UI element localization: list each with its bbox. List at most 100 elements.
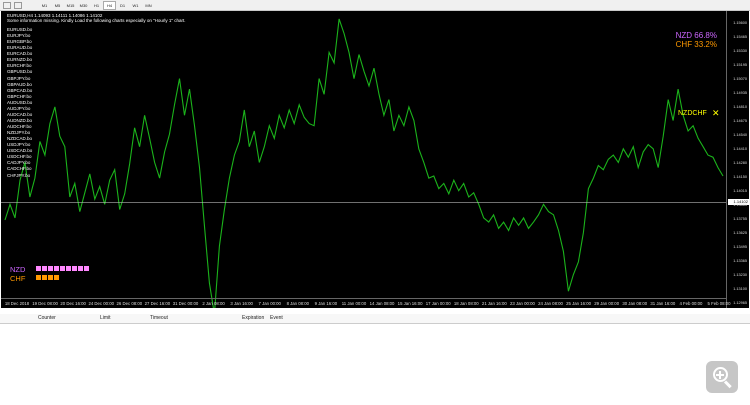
- price-tick-label: 1.13495: [733, 245, 747, 249]
- price-tick-label: 1.12965: [733, 301, 747, 305]
- nzd-strength-percent: NZD 66.8%: [675, 31, 717, 40]
- missing-info-notice: Some information missing. Kindly Load th…: [7, 18, 186, 23]
- time-tick-label: 18 Jan 08:00: [453, 301, 479, 306]
- price-chart[interactable]: EURUSD,H4 1.14093 1.14111 1.14086 1.1410…: [1, 11, 749, 308]
- strength-block: [48, 266, 53, 271]
- timeframe-d1[interactable]: D1: [116, 1, 129, 10]
- column-event[interactable]: Event: [270, 315, 283, 321]
- price-tick-label: 1.13365: [733, 259, 747, 263]
- timeframe-m1[interactable]: M1: [38, 1, 51, 10]
- price-tick-label: 1.14410: [733, 147, 747, 151]
- symbol-item: CHFJPY.bo: [7, 172, 31, 178]
- time-tick-label: 8 Jan 08:00: [286, 301, 310, 306]
- time-tick-label: 7 Jan 00:00: [258, 301, 281, 306]
- time-tick-label: 5 Feb 08:00: [707, 301, 731, 306]
- zoom-icon[interactable]: [706, 361, 738, 393]
- price-axis[interactable]: 1.14102 1.15600 1.15465 1.15330 1.15195 1.15…: [726, 11, 749, 308]
- timeframe-h1[interactable]: H1: [90, 1, 103, 10]
- symbol-item: GBPCAD.bo: [7, 87, 33, 93]
- strength-block: [48, 275, 53, 280]
- terminal-panel: Counter Limit Timeout Expiration Event: [0, 312, 750, 405]
- strength-block: [84, 266, 89, 271]
- toolbar: M1 M5 M15 M30 H1 H4 D1 W1 MN: [0, 0, 750, 11]
- price-tick-label: 1.14280: [733, 161, 747, 165]
- strength-block: [42, 275, 47, 280]
- symbol-item: AUDJPY.bo: [7, 105, 31, 111]
- price-tick-label: 1.14935: [733, 91, 747, 95]
- timeframe-m5[interactable]: M5: [51, 1, 64, 10]
- symbol-item: GBPCHF.bo: [7, 93, 32, 99]
- strength-block: [54, 266, 59, 271]
- chf-strength-meter: [36, 275, 59, 280]
- price-tick-label: 1.15330: [733, 49, 747, 53]
- strength-block: [72, 266, 77, 271]
- timeframe-mn[interactable]: MN: [142, 1, 155, 10]
- time-tick-label: 18 Dec 2018: [4, 301, 30, 306]
- time-tick-label: 15 Jan 16:00: [397, 301, 423, 306]
- price-tick-label: 1.13230: [733, 273, 747, 277]
- price-tick-label: 1.15600: [733, 21, 747, 25]
- terminal-header: Counter Limit Timeout Expiration Event: [0, 314, 750, 324]
- strength-block: [36, 275, 41, 280]
- timeframe-m15[interactable]: M15: [64, 1, 77, 10]
- time-tick-label: 21 Jan 16:00: [481, 301, 507, 306]
- pair-label: NZDCHF: [678, 110, 707, 117]
- time-tick-label: 24 Jan 08:00: [538, 301, 563, 306]
- price-tick-label: 1.15070: [733, 77, 747, 81]
- nzd-meter-label: NZD: [10, 265, 26, 274]
- strength-block: [36, 266, 41, 271]
- strength-block: [66, 266, 71, 271]
- time-tick-label: 27 Dec 16:00: [144, 301, 171, 306]
- column-limit[interactable]: Limit: [100, 315, 111, 321]
- strength-block: [78, 266, 83, 271]
- price-tick-label: 1.13755: [733, 217, 747, 221]
- column-timeout[interactable]: Timeout: [150, 315, 168, 321]
- timeframe-h4[interactable]: H4: [103, 1, 116, 10]
- time-tick-label: 26 Dec 08:00: [116, 301, 143, 306]
- strength-block: [60, 266, 65, 271]
- time-tick-label: 29 Jan 00:00: [594, 301, 620, 306]
- time-tick-label: 31 Dec 00:00: [172, 301, 199, 306]
- strength-block: [42, 266, 47, 271]
- time-tick-label: 19 Dec 08:00: [32, 301, 58, 306]
- time-tick-label: 25 Jan 16:00: [566, 301, 592, 306]
- price-tick-label: 1.14150: [733, 175, 747, 179]
- time-tick-label: 30 Jan 08:00: [622, 301, 648, 306]
- time-tick-label: 24 Dec 00:00: [88, 301, 115, 306]
- price-tick-label: 1.15195: [733, 63, 747, 67]
- timeframe-m30[interactable]: M30: [77, 1, 90, 10]
- symbol-item: GBPUSD.bo: [7, 69, 33, 75]
- price-tick-label: 1.14015: [733, 189, 747, 193]
- price-tick-label: 1.13100: [733, 287, 747, 291]
- chf-strength-percent: CHF 33.2%: [675, 40, 717, 49]
- price-tick-label: 1.14540: [733, 133, 747, 137]
- time-tick-label: 11 Jan 00:00: [341, 301, 367, 306]
- price-tick-label: 1.13625: [733, 231, 747, 235]
- price-tick-label: 1.14810: [733, 105, 747, 109]
- time-tick-label: 2 Jan 08:00: [202, 301, 225, 306]
- price-tick-label: 1.13885: [733, 203, 747, 207]
- time-tick-label: 4 Feb 00:00: [679, 301, 703, 306]
- symbol-item: AUDUSD.bo: [7, 99, 33, 105]
- column-counter[interactable]: Counter: [38, 315, 56, 321]
- time-tick-label: 9 Jan 16:00: [314, 301, 338, 306]
- time-tick-label: 20 Dec 16:00: [60, 301, 86, 306]
- price-plot: [4, 18, 724, 308]
- nzd-strength-meter: [36, 266, 89, 271]
- line-tool-icon[interactable]: [3, 2, 11, 9]
- time-tick-label: 17 Jan 00:00: [425, 301, 451, 306]
- time-tick-label: 14 Jan 08:00: [369, 301, 395, 306]
- price-tick-label: 1.15465: [733, 35, 747, 39]
- symbol-list: EURUSD.bo EURJPY.bo EURGBP.bo EURAUD.bo …: [7, 27, 32, 179]
- close-icon[interactable]: ✕: [712, 108, 720, 119]
- strength-block: [54, 275, 59, 280]
- column-expiration[interactable]: Expiration: [242, 315, 264, 321]
- cursor-icon[interactable]: [14, 2, 22, 9]
- chf-meter-label: CHF: [10, 274, 26, 283]
- time-tick-label: 3 Jan 16:00: [230, 301, 253, 306]
- timeframe-w1[interactable]: W1: [129, 1, 142, 10]
- time-tick-label: 23 Jan 00:00: [510, 301, 535, 306]
- time-tick-label: 31 Jan 16:00: [650, 301, 676, 306]
- time-axis[interactable]: 18 Dec 2018 19 Dec 08:00 20 Dec 16:00 24 De…: [1, 298, 730, 308]
- symbol-item: GBPAUD.bo: [7, 81, 32, 87]
